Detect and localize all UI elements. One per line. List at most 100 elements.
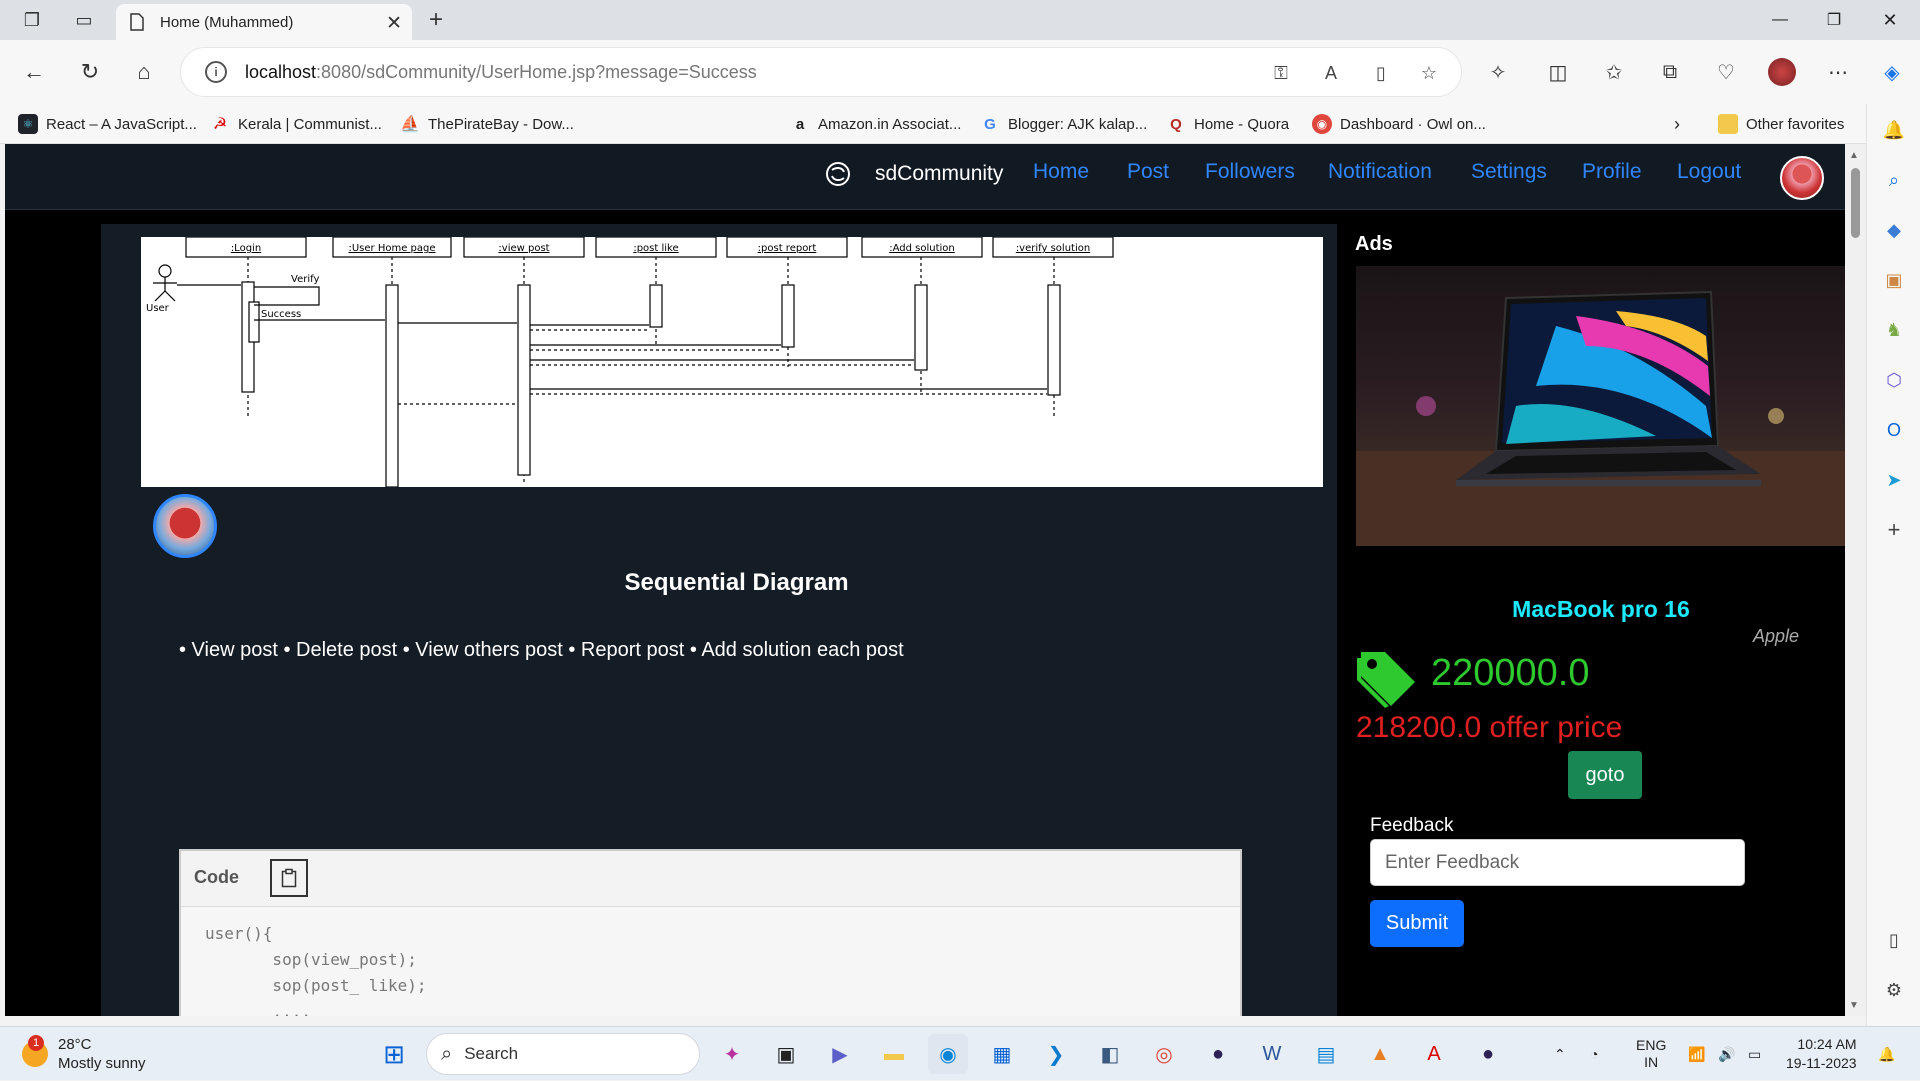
notepad-icon[interactable]: ▤ xyxy=(1306,1034,1346,1074)
post-author-avatar[interactable] xyxy=(153,494,217,558)
chrome-icon[interactable]: ◎ xyxy=(1144,1034,1184,1074)
lifeline-label: :post report xyxy=(758,243,817,254)
bookmark-amazon[interactable]: a Amazon.in Associat... xyxy=(790,112,962,136)
split-screen-icon[interactable]: ◫ xyxy=(1540,54,1576,90)
brand[interactable]: sdCommunity xyxy=(825,161,1003,187)
task-view-icon[interactable]: ▣ xyxy=(766,1034,806,1074)
page-scrollbar[interactable]: ▲ ▼ xyxy=(1845,144,1866,1016)
favorites-icon[interactable]: ✩ xyxy=(1596,54,1632,90)
send-icon[interactable]: ➤ xyxy=(1880,466,1908,494)
bookmark-kerala[interactable]: ☭ Kerala | Communist... xyxy=(210,112,382,136)
close-window-icon[interactable]: ✕ xyxy=(1862,0,1918,40)
refresh-icon[interactable]: ↻ xyxy=(72,54,108,90)
show-hidden-icons-chevron-icon[interactable]: ⌃ xyxy=(1554,1027,1566,1081)
toolbar: ← ↻ ⌂ i localhost:8080/sdCommunity/UserH… xyxy=(0,40,1920,104)
home-icon[interactable]: ⌂ xyxy=(126,54,162,90)
copilot-icon[interactable]: ◈ xyxy=(1874,54,1910,90)
weather-widget[interactable]: 1 28°C Mostly sunny xyxy=(22,1035,146,1073)
nav-followers[interactable]: Followers xyxy=(1205,160,1295,184)
back-icon[interactable]: ← xyxy=(16,54,52,90)
workspaces-icon[interactable]: ❐ xyxy=(18,6,46,34)
edge-icon[interactable]: ◉ xyxy=(928,1034,968,1074)
app-orange-icon[interactable]: ▲ xyxy=(1360,1034,1400,1074)
nav-notification[interactable]: Notification xyxy=(1328,160,1432,184)
close-tab-icon[interactable]: ✕ xyxy=(386,12,402,35)
clipboard-icon[interactable] xyxy=(270,859,308,897)
active-tab[interactable]: Home (Muhammed) ✕ xyxy=(116,4,412,40)
vertical-tabs-icon[interactable]: ▭ xyxy=(70,6,98,34)
nav-logout[interactable]: Logout xyxy=(1677,160,1741,184)
extensions-icon[interactable]: ✧ xyxy=(1480,54,1516,90)
clock[interactable]: 10:24 AM 19-11-2023 xyxy=(1786,1027,1857,1081)
add-icon[interactable]: + xyxy=(1880,516,1908,544)
settings-gear-icon[interactable]: ⚙ xyxy=(1880,976,1908,1004)
lifeline-label: :view post xyxy=(498,243,549,254)
search-icon[interactable]: ⌕ xyxy=(1880,166,1908,194)
tab-bar: ❐ ▭ Home (Muhammed) ✕ + — ❐ ✕ xyxy=(0,0,1920,40)
wifi-icon[interactable]: 📶 xyxy=(1688,1027,1705,1081)
more-bookmarks-chevron-icon[interactable]: › xyxy=(1674,112,1680,136)
bookmark-piratebay[interactable]: ⛵ ThePirateBay - Dow... xyxy=(400,112,574,136)
store-icon[interactable]: ▦ xyxy=(982,1034,1022,1074)
battery-icon[interactable]: ▭ xyxy=(1748,1027,1761,1081)
network-app-icon[interactable]: ◔ xyxy=(1590,1027,1598,1081)
user-avatar[interactable] xyxy=(1780,156,1824,200)
key-icon[interactable]: ⚿ xyxy=(1267,60,1295,86)
scroll-up-arrow-icon[interactable]: ▲ xyxy=(1849,150,1859,161)
games-icon[interactable]: ♞ xyxy=(1880,316,1908,344)
tab-title: Home (Muhammed) xyxy=(160,13,294,31)
macbook-product-image[interactable] xyxy=(1356,266,1850,546)
nav-settings[interactable]: Settings xyxy=(1471,160,1547,184)
message-label: Verify xyxy=(291,274,319,285)
notification-bell-icon[interactable]: 🔔 xyxy=(1878,1027,1895,1081)
bookmark-owl[interactable]: ◉ Dashboard · Owl on... xyxy=(1312,112,1486,136)
brand-name: sdCommunity xyxy=(875,162,1004,185)
bookmark-react[interactable]: ⚛ React – A JavaScript... xyxy=(18,112,197,136)
folder-icon xyxy=(1718,114,1738,134)
collections-icon[interactable]: ⧉ xyxy=(1652,54,1688,90)
acrobat-icon[interactable]: A xyxy=(1414,1034,1454,1074)
browser-essentials-icon[interactable]: ♡ xyxy=(1708,54,1744,90)
microsoft365-icon[interactable]: ⬡ xyxy=(1880,366,1908,394)
scrollbar-thumb[interactable] xyxy=(1851,168,1860,238)
file-explorer-icon[interactable]: ▬ xyxy=(874,1034,914,1074)
nav-profile[interactable]: Profile xyxy=(1582,160,1642,184)
bookmark-blogger[interactable]: G Blogger: AJK kalap... xyxy=(980,112,1147,136)
goto-button[interactable]: goto xyxy=(1568,751,1642,799)
sidebar-toggle-icon[interactable]: ▯ xyxy=(1880,926,1908,954)
eclipse-icon[interactable]: ● xyxy=(1198,1034,1238,1074)
nav-home[interactable]: Home xyxy=(1033,160,1089,184)
bell-icon[interactable]: 🔔 xyxy=(1880,116,1908,144)
feedback-input[interactable]: Enter Feedback xyxy=(1370,839,1745,886)
scroll-down-arrow-icon[interactable]: ▼ xyxy=(1849,1000,1859,1011)
teams-icon[interactable]: ▶ xyxy=(820,1034,860,1074)
immersive-reader-icon[interactable]: ▯ xyxy=(1367,60,1395,86)
language-indicator[interactable]: ENG IN xyxy=(1636,1027,1666,1081)
other-favorites[interactable]: Other favorites xyxy=(1718,112,1844,136)
word-icon[interactable]: W xyxy=(1252,1034,1292,1074)
profile-avatar[interactable] xyxy=(1764,54,1800,90)
site-info-icon[interactable]: i xyxy=(205,61,227,83)
shopping-tag-icon[interactable]: ◆ xyxy=(1880,216,1908,244)
bookmark-quora[interactable]: Q Home - Quora xyxy=(1166,112,1289,136)
new-tab-icon[interactable]: + xyxy=(422,6,450,34)
maximize-icon[interactable]: ❐ xyxy=(1806,0,1862,40)
taskbar-search[interactable]: ⌕ Search xyxy=(426,1033,700,1075)
more-menu-icon[interactable]: ⋯ xyxy=(1820,54,1856,90)
sun-icon: 1 xyxy=(22,1035,48,1067)
address-bar[interactable]: i localhost:8080/sdCommunity/UserHome.js… xyxy=(180,47,1462,97)
copilot-pre-icon[interactable]: ✦ xyxy=(712,1034,752,1074)
eclipse-ide-icon[interactable]: ● xyxy=(1468,1034,1508,1074)
windows-start-icon[interactable]: ⊞ xyxy=(374,1034,414,1074)
vscode-icon[interactable]: ❯ xyxy=(1036,1034,1076,1074)
tools-icon[interactable]: ▣ xyxy=(1880,266,1908,294)
minimize-icon[interactable]: — xyxy=(1752,0,1808,40)
outlook-icon[interactable]: O xyxy=(1880,416,1908,444)
search-icon: ⌕ xyxy=(441,1042,453,1065)
read-aloud-icon[interactable]: A xyxy=(1317,60,1345,86)
volume-icon[interactable]: 🔊 xyxy=(1718,1027,1735,1081)
submit-button[interactable]: Submit xyxy=(1370,900,1464,947)
nav-post[interactable]: Post xyxy=(1127,160,1169,184)
app-icon[interactable]: ◧ xyxy=(1090,1034,1130,1074)
favorite-star-icon[interactable]: ☆ xyxy=(1415,60,1443,86)
